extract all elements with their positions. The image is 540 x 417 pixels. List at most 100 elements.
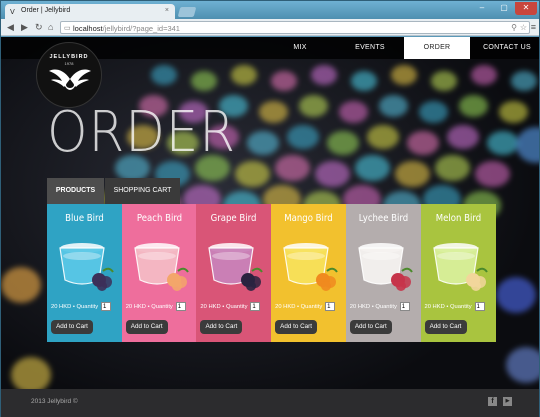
product-name: Peach Bird [136,213,182,224]
tab-title: Order | Jellybird [21,7,71,14]
close-window-button[interactable]: ✕ [515,2,537,15]
background-jelly-cup [235,161,270,188]
jelly-cup-image [283,243,338,291]
close-tab-icon[interactable]: × [165,7,169,14]
tab-products[interactable]: PRODUCTS [47,178,104,204]
product-card: Blue Bird 20 HKD • Quantity 1 Add to Car… [47,204,122,342]
background-jelly-cup [327,131,359,155]
reload-icon[interactable]: ↻ [35,22,43,33]
quantity-input[interactable]: 1 [250,302,261,311]
star-icon[interactable]: ☆ [520,23,527,32]
add-to-cart-button[interactable]: Add to Cart [125,320,168,334]
youtube-icon[interactable]: ▶ [503,397,512,406]
facebook-icon[interactable]: f [488,397,497,406]
background-jelly-cup [487,131,519,155]
background-jelly-cup [435,155,470,182]
background-jelly-cup [287,125,319,149]
background-jelly-cup [299,95,328,117]
background-jelly-cup [511,71,537,91]
product-name: Grape Bird [210,213,257,224]
quantity-input[interactable]: 1 [101,302,111,311]
background-jelly-cup [315,161,350,188]
nav-contact-us[interactable]: CONTACT US [479,37,535,59]
product-name: Lychee Bird [358,213,409,224]
background-jelly-cup [271,71,297,91]
background-jelly-cup [407,131,439,155]
nav-mix[interactable]: MIX [285,37,315,59]
jelly-cup-image [358,243,413,291]
background-jelly-cup [459,95,488,117]
background-jelly-cup [419,101,448,123]
wrench-menu-icon[interactable]: ≡ [531,22,536,32]
background-jelly-cup [367,125,399,149]
background-jelly-cup [471,65,497,85]
maximize-button[interactable]: ▢ [493,2,515,15]
product-card: Melon Bird 20 HKD • Quantity 1 Add to Ca… [420,204,496,342]
background-jelly-cup [311,65,337,85]
background-jelly-cup [151,65,177,85]
address-bar[interactable]: ▭ localhost/jellybird/?page_id=341 ⚲ ☆ [60,21,530,34]
quantity-input[interactable]: 1 [474,302,485,311]
page-icon: ▭ [64,25,71,32]
product-name: Mango Bird [284,213,333,224]
add-to-cart-button[interactable]: Add to Cart [349,320,392,334]
home-icon[interactable]: ⌂ [48,22,53,32]
magnifier-icon[interactable]: ⚲ [511,23,517,32]
background-jelly-cup [355,155,390,182]
logo-title: JELLYBIRD [49,54,89,60]
add-to-cart-button[interactable]: Add to Cart [275,320,318,334]
quantity-input[interactable]: 1 [175,302,186,311]
background-jelly-cup [275,155,310,182]
background-jelly-cup [379,95,408,117]
new-tab-button[interactable] [177,7,197,17]
price-label: 20 HKD • Quantity [125,304,173,310]
background-jelly-cup [391,65,417,85]
background-jelly-cup [259,101,288,123]
page-title: ORDER [47,100,236,165]
product-card: Grape Bird 20 HKD • Quantity 1 Add to Ca… [196,204,272,342]
add-to-cart-button[interactable]: Add to Cart [424,320,467,334]
web-page: MIX EVENTS ORDER CONTACT US JELLYBIRD 19… [1,37,539,417]
background-jelly-cup [499,101,528,123]
price-label: 20 HKD • Quantity [275,304,323,310]
jellybird-logo[interactable]: JELLYBIRD 1978 [36,42,102,108]
nav-events[interactable]: EVENTS [345,37,395,59]
url-host: localhost [73,24,103,33]
background-jelly-cup [1,267,41,303]
browser-tab[interactable]: ᐯ Order | Jellybird × [5,4,175,19]
background-jelly-cup [447,125,479,149]
browser-window: ᐯ Order | Jellybird × – ▢ ✕ ◀ ▶ ↻ ⌂ ▭ lo… [0,0,540,417]
copyright-text: 2013 Jellybird © [31,398,78,405]
site-footer: 2013 Jellybird © f ▶ [1,389,539,417]
product-card: Lychee Bird 20 HKD • Quantity 1 Add to C… [345,204,421,342]
quantity-input[interactable]: 1 [325,302,336,311]
jelly-cup-image [59,243,114,291]
minimize-button[interactable]: – [471,2,493,15]
tab-shopping-cart[interactable]: SHOPPING CART [105,178,180,204]
nav-order[interactable]: ORDER [404,37,470,59]
background-jelly-cup [431,71,457,91]
product-card: Peach Bird 20 HKD • Quantity 1 Add to Ca… [121,204,197,342]
jelly-cup-image [208,243,264,291]
forward-icon[interactable]: ▶ [21,22,28,33]
price-label: 20 HKD • Quantity [424,304,472,310]
background-jelly-cup [395,161,430,188]
price-label: 20 HKD • Quantity [349,304,397,310]
browser-toolbar: ◀ ▶ ↻ ⌂ ▭ localhost/jellybird/?page_id=3… [1,19,539,36]
bird-wings-icon [49,69,91,90]
bird-favicon-icon: ᐯ [10,9,15,16]
price-label: 20 HKD • Quantity [51,304,99,310]
back-icon[interactable]: ◀ [7,22,14,33]
add-to-cart-button[interactable]: Add to Cart [200,320,243,334]
jelly-cup-image [432,243,488,291]
background-jelly-cup [247,131,279,155]
background-jelly-cup [496,277,536,313]
title-bar: ᐯ Order | Jellybird × – ▢ ✕ [1,1,539,19]
product-name: Melon Bird [435,213,481,224]
add-to-cart-button[interactable]: Add to Cart [51,320,93,334]
background-jelly-cup [475,161,510,188]
product-name: Blue Bird [65,213,104,224]
background-jelly-cup [191,71,217,91]
url-path: /jellybird/?page_id=341 [102,24,180,33]
quantity-input[interactable]: 1 [399,302,410,311]
